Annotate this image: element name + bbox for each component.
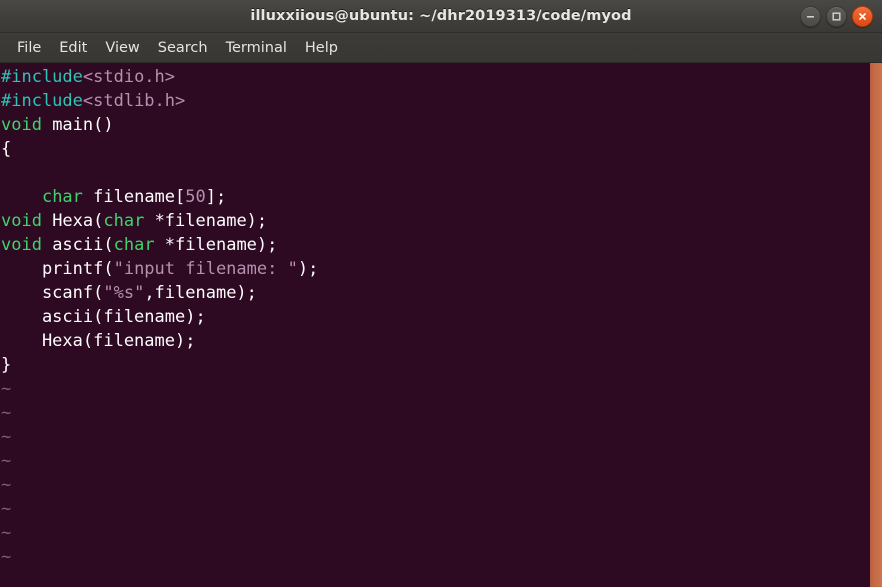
code-token: *filename); <box>144 211 268 231</box>
code-token: #include <box>1 67 83 87</box>
close-button[interactable] <box>852 5 873 27</box>
code-token: char <box>41 187 83 207</box>
code-token: ]; <box>205 187 227 207</box>
code-line: void main() <box>0 113 870 137</box>
maximize-button[interactable] <box>826 5 847 27</box>
menu-item-terminal[interactable]: Terminal <box>217 38 296 58</box>
empty-line-marker: ~ <box>1 427 12 447</box>
code-token: Hexa(filename); <box>1 331 196 351</box>
window-titlebar: illuxxiious@ubuntu: ~/dhr2019313/code/my… <box>0 0 882 33</box>
window-controls <box>800 0 873 32</box>
code-token: printf( <box>1 259 114 279</box>
code-line: char filename[50]; <box>0 185 870 209</box>
empty-line-marker: ~ <box>1 403 12 423</box>
close-icon <box>859 12 866 20</box>
vim-status-line: "myod.c" 13L, 231C 9,31 All <box>0 563 870 587</box>
code-token: void <box>1 115 42 135</box>
code-token: <stdio.h> <box>82 67 176 87</box>
code-token: *filename); <box>154 235 278 255</box>
vertical-scrollbar[interactable] <box>870 63 882 587</box>
code-token: { <box>1 139 12 159</box>
code-line: #include<stdlib.h> <box>0 89 870 113</box>
code-token: <stdlib.h> <box>82 91 186 111</box>
menu-item-view[interactable]: View <box>96 38 148 58</box>
menu-bar: File Edit View Search Terminal Help <box>0 33 882 63</box>
code-token: char <box>113 235 155 255</box>
code-token: ,filename); <box>144 283 257 303</box>
code-token: Hexa( <box>41 211 104 231</box>
code-line: printf("input filename: "); <box>0 257 870 281</box>
minimize-icon <box>807 15 814 18</box>
menu-item-file[interactable]: File <box>8 38 50 58</box>
code-token: ascii(filename); <box>1 307 206 327</box>
code-token: #include <box>1 91 83 111</box>
empty-line-marker: ~ <box>1 523 12 543</box>
vim-editor-buffer[interactable]: #include<stdio.h> #include<stdlib.h> void … <box>0 63 870 587</box>
terminal-window: illuxxiious@ubuntu: ~/dhr2019313/code/my… <box>0 0 882 587</box>
menu-item-search[interactable]: Search <box>149 38 217 58</box>
code-line: scanf("%s",filename); <box>0 281 870 305</box>
code-token: char <box>103 211 145 231</box>
code-line: #include<stdio.h> <box>0 65 870 89</box>
code-line: Hexa(filename); <box>0 329 870 353</box>
code-line: } <box>0 353 870 377</box>
empty-line-marker: ~ <box>1 499 12 519</box>
code-token: scanf( <box>1 283 104 303</box>
terminal-body[interactable]: #include<stdio.h> #include<stdlib.h> void … <box>0 63 882 587</box>
code-line: { <box>0 137 870 161</box>
code-token: ); <box>297 259 319 279</box>
empty-line-marker: ~ <box>1 379 12 399</box>
code-token: "%s" <box>103 283 145 303</box>
maximize-icon <box>832 11 841 21</box>
code-line: ascii(filename); <box>0 305 870 329</box>
code-line: void ascii(char *filename); <box>0 233 870 257</box>
code-token: void <box>1 235 42 255</box>
code-token: } <box>1 355 12 375</box>
code-line: void Hexa(char *filename); <box>0 209 870 233</box>
window-title: illuxxiious@ubuntu: ~/dhr2019313/code/my… <box>250 8 632 24</box>
code-token: void <box>1 211 42 231</box>
empty-line-marker: ~ <box>1 451 12 471</box>
code-token: 50 <box>185 187 206 207</box>
code-token: ascii( <box>41 235 114 255</box>
menu-item-edit[interactable]: Edit <box>50 38 96 58</box>
code-token: "input filename: " <box>113 259 298 279</box>
scrollbar-thumb[interactable] <box>870 63 882 587</box>
menu-item-help[interactable]: Help <box>296 38 347 58</box>
code-token: filename[ <box>82 187 186 207</box>
empty-line-marker: ~ <box>1 475 12 495</box>
minimize-button[interactable] <box>800 5 821 27</box>
code-token: main() <box>41 115 114 135</box>
